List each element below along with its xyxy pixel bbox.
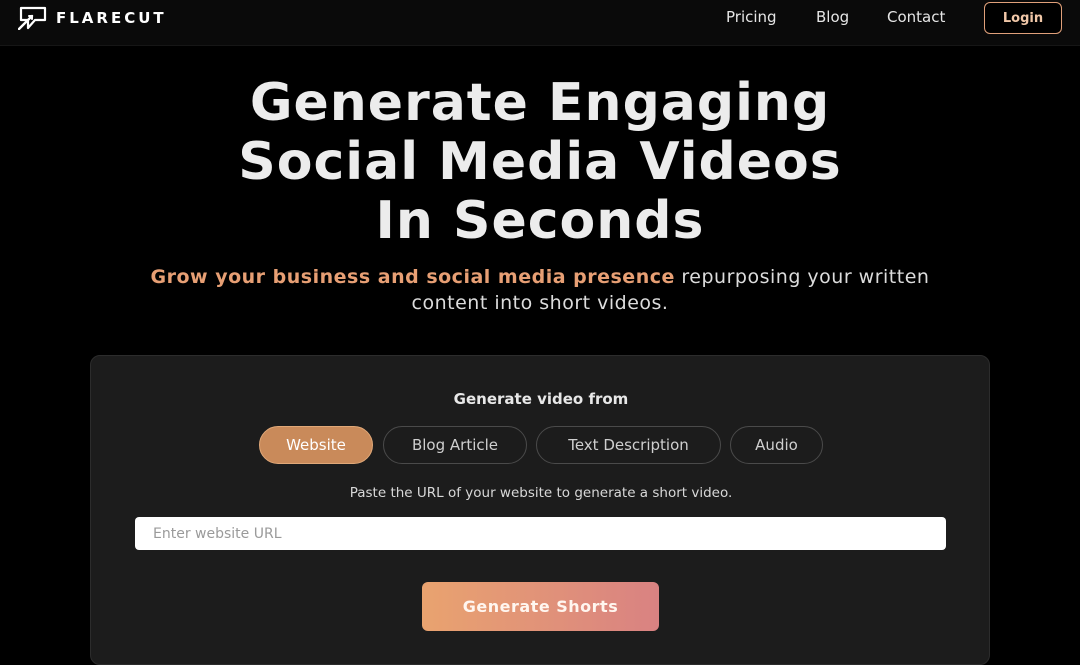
generator-card: Generate video from Website Blog Article… (90, 355, 990, 665)
hero-title: Generate Engaging Social Media Videos In… (0, 74, 1080, 251)
hero-subtitle-accent: Grow your business and social media pres… (150, 266, 675, 288)
flarecut-logo-icon (18, 6, 47, 30)
generator-heading: Generate video from (453, 390, 629, 408)
brand-logo[interactable]: FLARECUT (18, 6, 167, 30)
tab-text-description[interactable]: Text Description (536, 426, 721, 464)
generate-shorts-button[interactable]: Generate Shorts (422, 582, 659, 631)
nav-link-blog[interactable]: Blog (816, 8, 849, 26)
nav-link-contact[interactable]: Contact (887, 8, 945, 26)
tab-audio[interactable]: Audio (730, 426, 823, 464)
hero-subtitle: Grow your business and social media pres… (130, 264, 950, 316)
top-navbar: FLARECUT Pricing Blog Contact Login (0, 0, 1080, 46)
brand-name: FLARECUT (56, 9, 167, 27)
login-button[interactable]: Login (984, 2, 1062, 34)
nav-link-pricing[interactable]: Pricing (726, 8, 777, 26)
hero-title-line: Generate Engaging (249, 73, 831, 133)
hero-title-line: Social Media Videos (238, 132, 842, 192)
website-url-input[interactable] (135, 517, 946, 550)
hero-title-line: In Seconds (375, 191, 705, 251)
tab-blog-article[interactable]: Blog Article (383, 426, 527, 464)
tab-website[interactable]: Website (259, 426, 373, 464)
input-helper-text: Paste the URL of your website to generat… (349, 485, 733, 501)
source-tabs: Website Blog Article Text Description Au… (91, 426, 991, 464)
